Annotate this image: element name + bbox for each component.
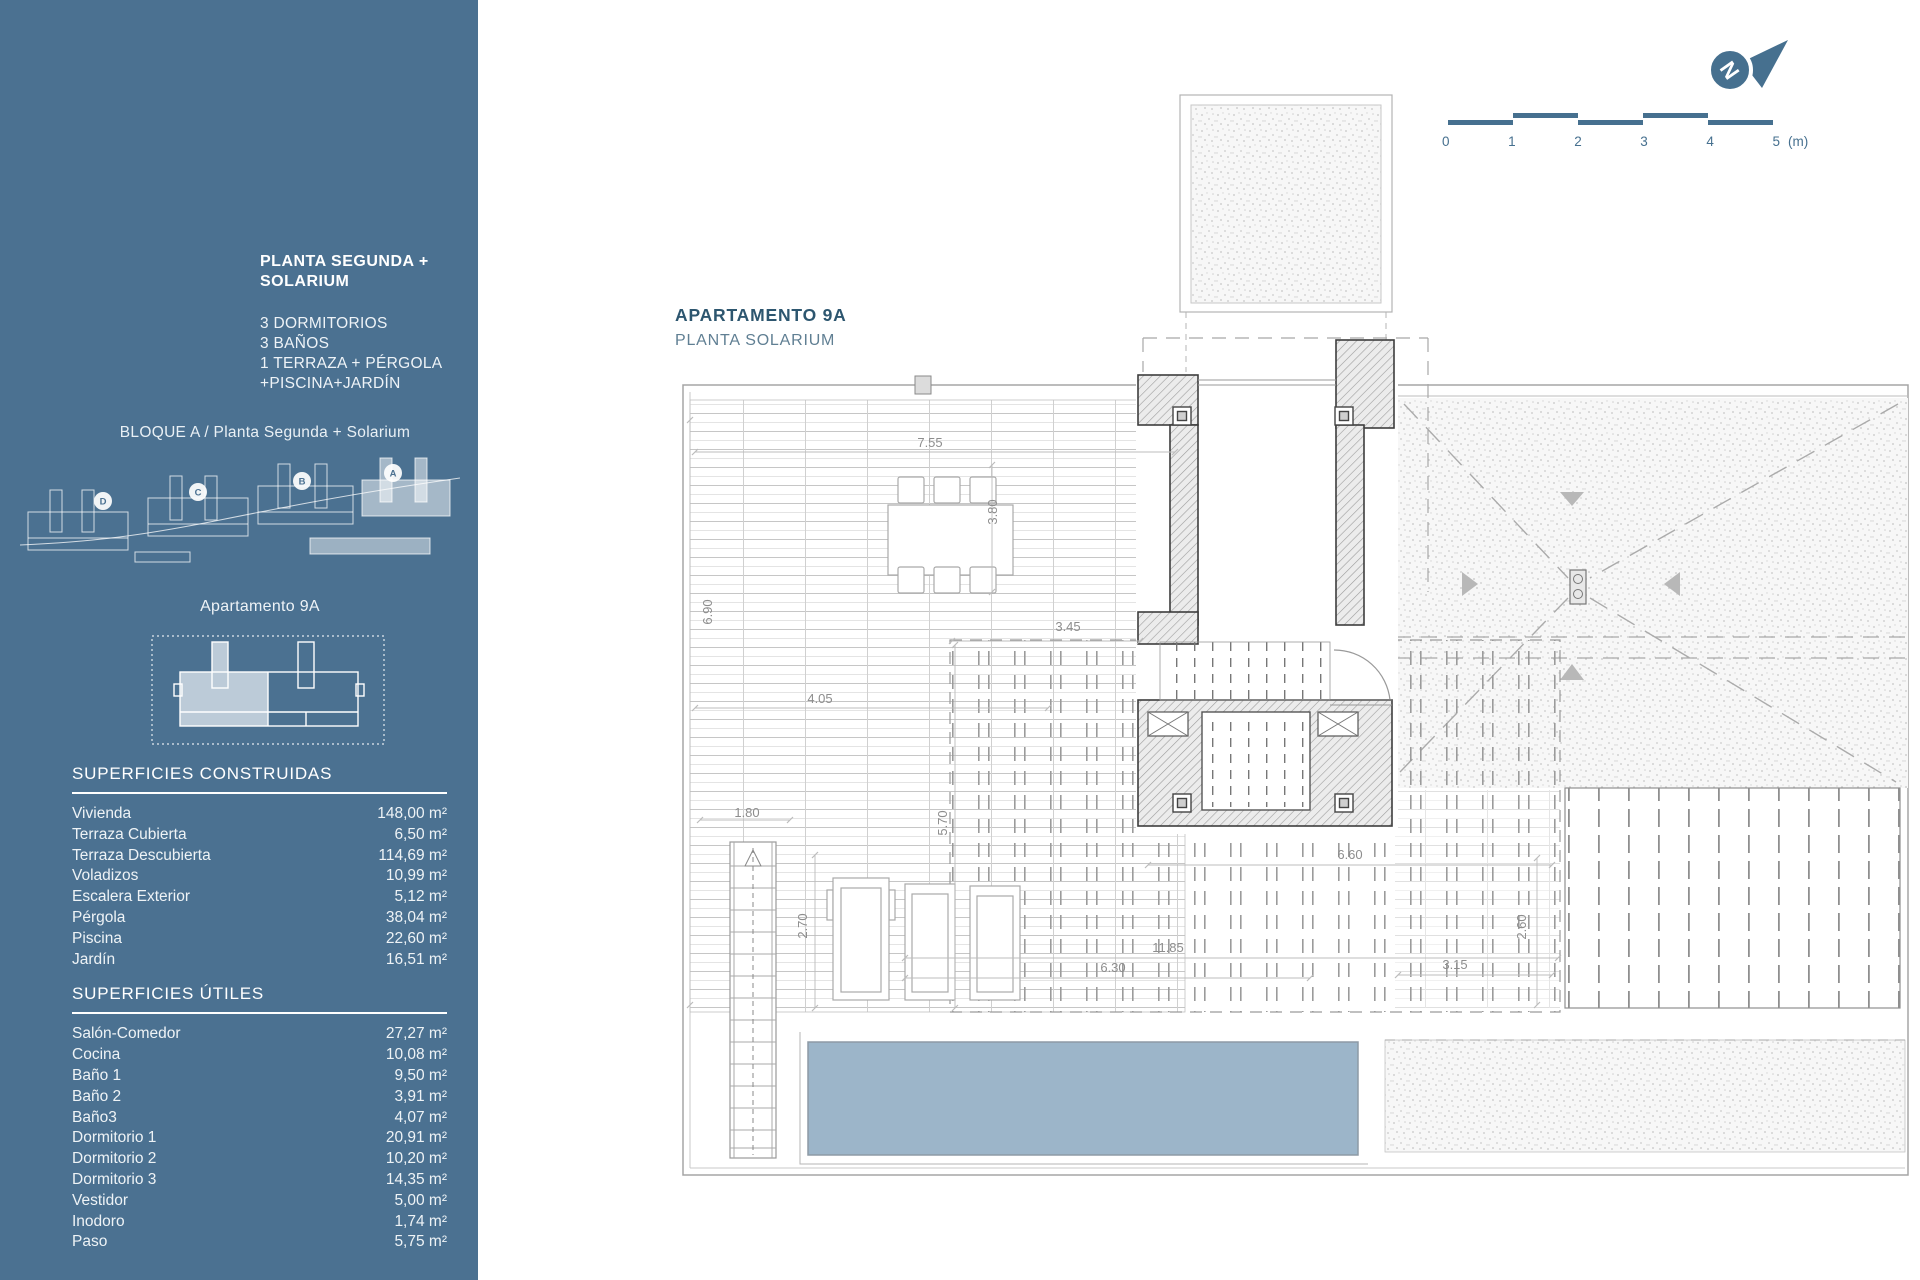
scale-tick-label: 1 (1508, 134, 1516, 149)
table-row: Dormitorio 210,20 m² (72, 1149, 447, 1170)
scale-tick-label: 0 (1442, 134, 1450, 149)
table-row: Vestidor5,00 m² (72, 1191, 447, 1212)
pool (800, 1032, 1368, 1164)
dimension-label: 6.60 (1337, 847, 1362, 862)
apartment-label: Apartamento 9A (40, 598, 480, 616)
scale-tick-label: 4 (1706, 134, 1714, 149)
table-row: Baño34,07 m² (72, 1108, 447, 1129)
table-row: Cocina10,08 m² (72, 1045, 447, 1066)
scale-bar-labels: 0 1 2 3 4 5 (1442, 134, 1780, 149)
surface-tables: SUPERFICIES CONSTRUIDAS Vivienda148,00 m… (72, 764, 447, 1267)
scale-tick-label: 3 (1640, 134, 1648, 149)
scale-tick-label: 2 (1574, 134, 1582, 149)
table-construidas: SUPERFICIES CONSTRUIDAS Vivienda148,00 m… (72, 764, 447, 970)
table-row: Pérgola38,04 m² (72, 908, 447, 929)
dining-set (888, 477, 1013, 593)
block-label: BLOQUE A / Planta Segunda + Solarium (60, 424, 470, 442)
dimension-label: 3.45 (1055, 619, 1080, 634)
building-label: A (390, 469, 397, 480)
scale-bar (1448, 113, 1773, 125)
table-utiles: SUPERFICIES ÚTILES Salón-Comedor27,27 m²… (72, 984, 447, 1253)
scale-tick-label: 5 (1772, 134, 1780, 149)
building-label: B (299, 477, 306, 488)
building-label: D (100, 497, 107, 508)
exterior-stair (730, 842, 776, 1158)
table-row: Voladizos10,99 m² (72, 866, 447, 887)
table-row: Dormitorio 120,91 m² (72, 1128, 447, 1149)
dimension-label: 4.05 (807, 691, 832, 706)
table-heading: SUPERFICIES CONSTRUIDAS (72, 764, 447, 794)
sun-loungers (827, 878, 1020, 1000)
dimension-label: 2.60 (1514, 914, 1529, 939)
table-rows: Vivienda148,00 m²Terraza Cubierta6,50 m²… (72, 804, 447, 970)
garden-strip (1385, 1040, 1905, 1152)
building-label: C (195, 488, 202, 499)
stair-tower (1180, 95, 1392, 374)
dimension-label: 7.55 (917, 435, 942, 450)
table-row: Baño 19,50 m² (72, 1066, 447, 1087)
table-rows: Salón-Comedor27,27 m²Cocina10,08 m²Baño … (72, 1024, 447, 1253)
plan-title: APARTAMENTO 9A (675, 305, 847, 326)
table-row: Piscina22,60 m² (72, 929, 447, 950)
table-heading: SUPERFICIES ÚTILES (72, 984, 447, 1014)
brochure-page: 7.55 3.80 6.90 3.45 4.05 1.80 5.70 2.70 6.60 11.8… (0, 0, 1920, 1280)
dimension-label: 1.80 (734, 805, 759, 820)
roof-drain-icon (1570, 570, 1586, 604)
dimension-label: 2.70 (795, 913, 810, 938)
dimension-label: 3.80 (985, 499, 1000, 524)
table-row: Terraza Cubierta6,50 m² (72, 825, 447, 846)
dimension-label: 11.85 (1152, 940, 1184, 955)
dimension-label: 5.70 (935, 810, 950, 835)
garden-pergola-area (1565, 788, 1900, 1008)
table-row: Paso5,75 m² (72, 1232, 447, 1253)
north-compass-icon: N (1709, 40, 1788, 91)
dimension-label: 3.15 (1442, 957, 1467, 972)
apartment-thumbnail (150, 632, 390, 750)
dimension-label: 6.30 (1100, 960, 1125, 975)
plan-title-block: APARTAMENTO 9A PLANTA SOLARIUM (675, 305, 847, 350)
table-row: Inodoro1,74 m² (72, 1212, 447, 1233)
sidebar-title: PLANTA SEGUNDA +SOLARIUM (260, 252, 429, 292)
building-a (362, 458, 450, 516)
table-row: Baño 23,91 m² (72, 1087, 447, 1108)
site-plan-thumbnail: D C B A (20, 450, 460, 580)
table-row: Vivienda148,00 m² (72, 804, 447, 825)
sidebar: PLANTA SEGUNDA +SOLARIUM 3 DORMITORIOS3 … (0, 0, 478, 1280)
table-row: Jardín16,51 m² (72, 950, 447, 971)
dimension-label: 6.90 (700, 599, 715, 624)
table-row: Escalera Exterior5,12 m² (72, 887, 447, 908)
scale-bar-unit: (m) (1788, 134, 1808, 149)
plan-subtitle: PLANTA SOLARIUM (675, 332, 847, 350)
top-post (915, 376, 931, 394)
apartment-footprint (174, 642, 364, 726)
stair-core (1136, 340, 1398, 834)
table-row: Terraza Descubierta114,69 m² (72, 846, 447, 867)
table-row: Dormitorio 314,35 m² (72, 1170, 447, 1191)
table-row: Salón-Comedor27,27 m² (72, 1024, 447, 1045)
apartment-features: 3 DORMITORIOS3 BAÑOS1 TERRAZA + PÉRGOLA+… (260, 314, 442, 394)
